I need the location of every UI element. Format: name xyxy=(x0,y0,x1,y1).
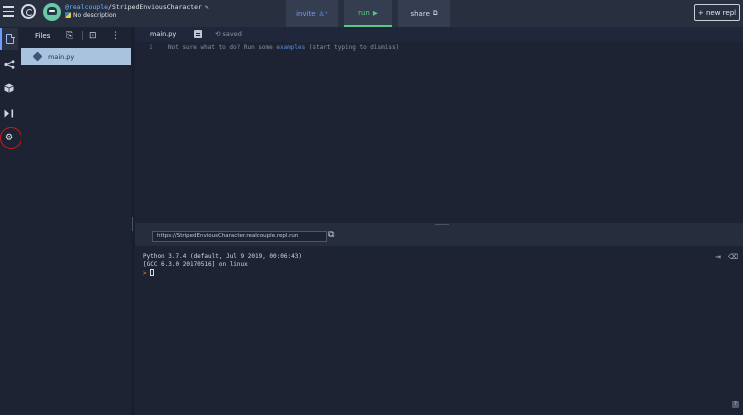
saved-label: saved xyxy=(222,30,242,38)
code-editor[interactable]: 1 Not sure what to do? Run some examples… xyxy=(135,42,743,223)
add-file-icon[interactable]: ⎘ xyxy=(66,30,73,42)
files-panel: Files ⎘ | ⊡ ⋮ main.py xyxy=(21,27,131,415)
share-icon[interactable] xyxy=(0,53,18,75)
tab-main-py[interactable]: main.py xyxy=(135,27,201,42)
help-icon[interactable]: ? xyxy=(732,401,739,408)
editor-tab-bar: main.py ⟲ saved xyxy=(135,27,743,42)
pencil-icon[interactable]: ✎ xyxy=(205,4,209,11)
repl-logo-icon[interactable] xyxy=(21,4,36,19)
history-icon: ⟲ xyxy=(215,30,223,38)
python-icon xyxy=(65,12,71,18)
files-header: Files ⎘ | ⊡ ⋮ xyxy=(21,27,131,47)
more-options-icon[interactable]: ⋮ xyxy=(111,30,120,42)
separator-icon: | xyxy=(81,31,85,41)
invite-label: invite xyxy=(296,9,316,18)
gear-icon[interactable]: ⚙ xyxy=(0,127,18,149)
share-button[interactable]: share ⧉ xyxy=(398,0,450,27)
file-name: main.py xyxy=(48,52,75,61)
file-item-main-py[interactable]: main.py xyxy=(21,48,131,65)
play-icon: ▶ xyxy=(372,8,378,17)
hint-suffix: (start typing to dismiss) xyxy=(305,44,400,51)
python-file-icon xyxy=(32,51,43,62)
open-in-new-tab-icon[interactable]: ⧉ xyxy=(328,230,334,240)
repl-name[interactable]: StripedEnviousCharacter xyxy=(112,3,202,11)
hint-text: Not sure what to do? Run some xyxy=(168,44,277,51)
avatar[interactable] xyxy=(43,3,61,21)
files-icon[interactable] xyxy=(0,28,18,50)
console-toggle-icon[interactable]: ⇥ xyxy=(715,253,721,261)
repl-description[interactable]: No description xyxy=(65,12,116,19)
run-button[interactable]: run ▶ xyxy=(344,0,392,27)
console-prompt-line[interactable]: > xyxy=(143,269,154,277)
web-url-bar: https://StripedEnviousCharacter.realcoup… xyxy=(135,227,743,246)
invite-button[interactable]: invite ♙⁺ xyxy=(286,0,338,27)
sidebar-rail: ⚙ xyxy=(0,27,22,415)
description-text: No description xyxy=(73,12,117,19)
top-bar: @realcouple/StripedEnviousCharacter ✎ No … xyxy=(0,0,743,27)
console-icon[interactable] xyxy=(0,102,18,124)
prompt-symbol: > xyxy=(143,270,147,277)
hamburger-menu-icon[interactable] xyxy=(3,6,14,17)
share-out-icon: ⧉ xyxy=(432,9,438,17)
files-title: Files xyxy=(35,32,51,40)
console-line: Python 3.7.4 (default, Jul 9 2019, 00:06… xyxy=(143,253,302,260)
new-repl-button[interactable]: + new repl xyxy=(694,4,740,21)
repl-owner[interactable]: @realcouple xyxy=(65,3,108,11)
repl-url-field[interactable]: https://StripedEnviousCharacter.realcoup… xyxy=(152,231,327,242)
format-icon[interactable] xyxy=(194,30,202,38)
run-label: run xyxy=(358,8,370,17)
share-label: share xyxy=(410,9,430,18)
editor-hint: Not sure what to do? Run some examples (… xyxy=(168,44,399,51)
repl-title[interactable]: @realcouple/StripedEnviousCharacter ✎ xyxy=(65,3,209,11)
console-line: [GCC 6.3.0 20170516] on linux xyxy=(143,261,248,268)
examples-link[interactable]: examples xyxy=(276,44,305,51)
console-panel[interactable]: Python 3.7.4 (default, Jul 9 2019, 00:06… xyxy=(135,246,743,415)
save-status: ⟲ saved xyxy=(215,30,242,38)
clear-console-icon[interactable]: ⌫ xyxy=(728,253,738,261)
add-user-icon: ♙⁺ xyxy=(318,9,328,18)
text-cursor xyxy=(149,269,154,276)
packages-icon[interactable] xyxy=(0,77,18,99)
line-number: 1 xyxy=(149,44,153,51)
add-folder-icon[interactable]: ⊡ xyxy=(89,30,97,42)
